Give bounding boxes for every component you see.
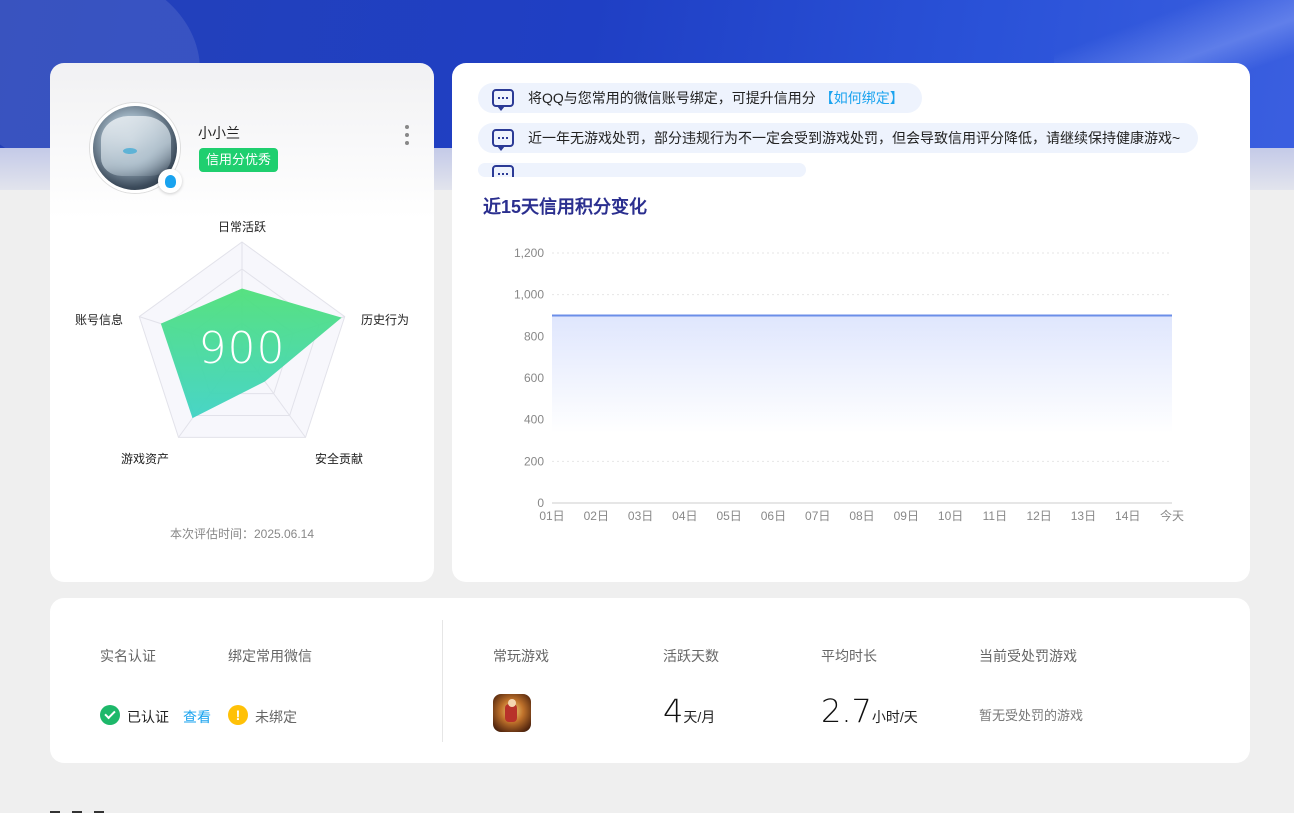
- x-tick-label: 05日: [716, 509, 741, 523]
- radar-label-security: 安全贡献: [315, 452, 364, 466]
- x-tick-label: 11日: [983, 509, 1007, 523]
- y-tick-label: 1,000: [514, 288, 544, 302]
- y-tick-label: 800: [524, 329, 544, 343]
- notice-bind-wechat: 将QQ与您常用的微信账号绑定，可提升信用分 【如何绑定】: [478, 83, 922, 113]
- profile-card: 小小兰 信用分优秀 日常活跃 历史行为 安全贡献 游戏资产 账号信息 900 本…: [50, 63, 434, 582]
- avg-time-value: 2.7小时/天: [821, 692, 918, 730]
- qq-icon: [158, 169, 182, 193]
- notice-no-penalty: 近一年无游戏处罚，部分违规行为不一定会受到游戏处罚，但会导致信用评分降低，请继续…: [478, 123, 1199, 153]
- warning-icon: !: [228, 705, 248, 725]
- stats-card: 实名认证 绑定常用微信 已认证 查看 ! 未绑定 常玩游戏 活跃天数 平均时长 …: [50, 598, 1250, 763]
- credit-trend-card: 将QQ与您常用的微信账号绑定，可提升信用分 【如何绑定】 近一年无游戏处罚，部分…: [452, 63, 1250, 582]
- username: 小小兰: [198, 125, 240, 141]
- message-icon: [492, 165, 514, 177]
- view-realname-link[interactable]: 查看: [183, 707, 211, 727]
- wechat-bind-status: 未绑定: [255, 709, 297, 725]
- x-tick-label: 06日: [761, 509, 786, 523]
- credit-trend-chart: 0 200 400 600 800 1,000 1,200 01日 02日 03日 04日 05日 06…: [514, 246, 1184, 523]
- active-days-value: 4天/月: [663, 692, 715, 730]
- avg-time-label: 平均时长: [821, 648, 877, 664]
- next-section-title-peek: [50, 806, 170, 813]
- y-tick-label: 200: [524, 454, 544, 468]
- x-tick-label: 14日: [1115, 509, 1140, 523]
- divider: [442, 620, 443, 742]
- how-to-bind-link[interactable]: 【如何绑定】: [820, 88, 904, 108]
- radar-label-assets: 游戏资产: [121, 452, 170, 466]
- y-tick-label: 0: [537, 496, 544, 510]
- x-tick-label: 03日: [628, 509, 653, 523]
- x-tick-label: 09日: [894, 509, 919, 523]
- active-days-number: 4: [663, 692, 684, 730]
- more-options-icon[interactable]: [402, 123, 412, 147]
- active-days-label: 活跃天数: [663, 648, 719, 664]
- x-tick-label: 04日: [672, 509, 697, 523]
- realname-status: 已认证: [127, 709, 169, 725]
- x-tick-label: 今天: [1160, 508, 1184, 523]
- notice-text: 将QQ与您常用的微信账号绑定，可提升信用分: [528, 90, 816, 106]
- x-tick-label: 07日: [805, 509, 830, 523]
- x-tick-label: 13日: [1071, 509, 1096, 523]
- radar-label-daily: 日常活跃: [218, 220, 267, 234]
- x-tick-label: 01日: [539, 509, 564, 523]
- credit-score: 900: [198, 323, 286, 374]
- x-tick-label: 12日: [1026, 509, 1051, 523]
- credit-level-badge: 信用分优秀: [199, 148, 279, 172]
- wechat-bind-label: 绑定常用微信: [228, 648, 312, 664]
- message-icon: [492, 129, 514, 151]
- common-game-label: 常玩游戏: [493, 648, 549, 664]
- x-tick-label: 10日: [938, 509, 963, 523]
- penalty-game-label: 当前受处罚游戏: [979, 648, 1077, 664]
- y-tick-label: 400: [524, 413, 544, 427]
- y-tick-label: 1,200: [514, 246, 544, 260]
- game-icon[interactable]: [493, 694, 531, 732]
- notice-text: 近一年无游戏处罚，部分违规行为不一定会受到游戏处罚，但会导致信用评分降低，请继续…: [528, 130, 1181, 146]
- x-tick-label: 02日: [584, 509, 609, 523]
- active-days-unit: 天/月: [683, 709, 716, 725]
- y-tick-label: 600: [524, 371, 544, 385]
- chart-title: 近15天信用积分变化: [483, 197, 648, 217]
- notice-partial: [478, 163, 806, 177]
- verified-check-icon: [100, 705, 120, 725]
- avatar-hair: [101, 116, 171, 176]
- series-area: [552, 315, 1172, 433]
- x-tick-label: 08日: [849, 509, 874, 523]
- penalty-status: 暂无受处罚的游戏: [979, 708, 1084, 723]
- message-icon: [492, 89, 514, 111]
- avatar-eye: [123, 148, 137, 154]
- avg-time-unit: 小时/天: [871, 709, 918, 725]
- realname-label: 实名认证: [100, 648, 156, 664]
- evaluation-time: 本次评估时间：2025.06.14: [169, 527, 315, 541]
- avg-time-number: 2.7: [821, 692, 872, 730]
